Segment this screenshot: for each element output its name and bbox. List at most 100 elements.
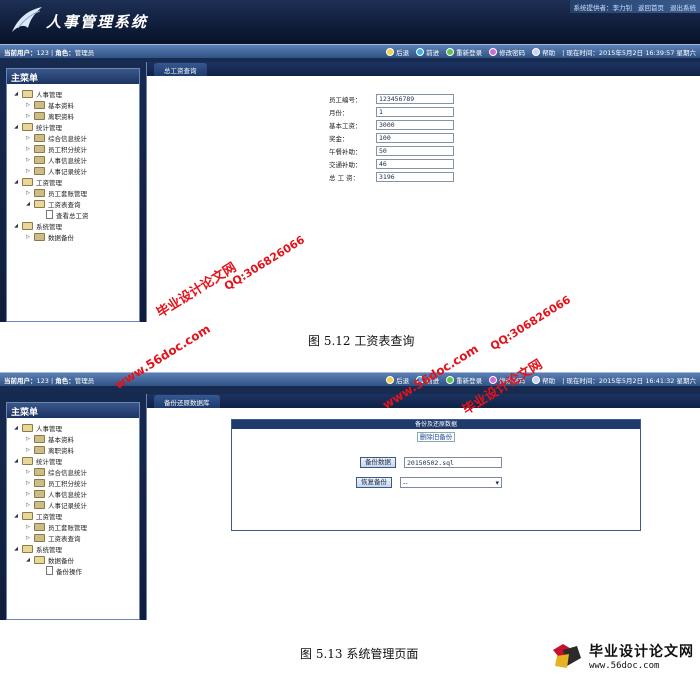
expand-right-icon[interactable]: ▷ [25,469,31,475]
delete-old-backup-link[interactable]: 删除旧备份 [416,432,456,442]
tree-item[interactable]: ▷ 离职资料 [13,444,139,455]
forward-button[interactable]: 前进 [416,47,439,57]
expand-right-icon[interactable]: ▷ [25,135,31,141]
expand-down-icon[interactable]: ◢ [13,425,19,431]
tree-item[interactable]: ▷ 人事记录统计 [13,165,139,176]
tree-item-label: 查看总工资 [56,211,89,220]
expand-down-icon[interactable]: ◢ [13,458,19,464]
tree-item[interactable]: 备份操作 [13,565,139,576]
expand-right-icon[interactable]: ▷ [25,447,31,453]
home-link[interactable]: 返回首页 [638,2,664,12]
expand-down-icon[interactable]: ◢ [13,91,19,97]
tree-item[interactable]: ▷ 人事记录统计 [13,499,139,510]
tree-item[interactable]: ▷ 工资表查询 [13,532,139,543]
tree-item-label: 统计管理 [36,457,62,466]
expand-down-icon[interactable]: ◢ [13,179,19,185]
tree-item[interactable]: ▷ 综合信息统计 [13,132,139,143]
relogin-button[interactable]: 重新登录 [446,375,482,385]
back-icon [386,47,395,56]
tree-item[interactable]: ▷ 基本资料 [13,433,139,444]
field-input[interactable]: 3196 [376,171,454,182]
expand-right-icon[interactable]: ▷ [25,234,31,240]
restore-button[interactable]: 恢复备份 [356,477,392,488]
tree-item[interactable]: ▷ 员工积分统计 [13,143,139,154]
expand-down-icon[interactable]: ◢ [13,546,19,552]
tree-item[interactable]: ◢ 系统管理 [13,220,139,231]
field-input[interactable]: 46 [376,158,454,169]
expand-down-icon[interactable]: ◢ [25,201,31,207]
tree-item[interactable]: ◢ 统计管理 [13,121,139,132]
sidebar-title: 主菜单 [7,69,139,84]
tree-item[interactable]: ▷ 员工积分统计 [13,477,139,488]
expand-right-icon[interactable]: ▷ [25,491,31,497]
tree-item[interactable]: ▷ 数据备份 [13,231,139,242]
tree-item[interactable]: ◢ 工资管理 [13,176,139,187]
logout-link[interactable]: 退出系统 [670,2,696,12]
expand-right-icon[interactable]: ▷ [25,480,31,486]
main-panel: 备份还原数据库 备份及还原数据 删除旧备份 备份数据 20150502.sql … [146,394,700,620]
field-input[interactable]: 100 [376,132,454,143]
tree-item[interactable]: ◢ 人事管理 [13,422,139,433]
expand-right-icon[interactable]: ▷ [25,102,31,108]
expand-right-icon[interactable]: ▷ [25,168,31,174]
expand-down-icon[interactable]: ◢ [13,513,19,519]
expand-right-icon[interactable]: ▷ [25,524,31,530]
top-links: 系统提供者：李力钊 返回首页 退出系统 [569,0,700,13]
expand-down-icon[interactable]: ◢ [25,557,31,563]
field-input[interactable]: 3000 [376,119,454,130]
menu-tree: ◢ 人事管理 ▷ 基本资料 ▷ 离职资料 ◢ 统计管理 ▷ 综合信息统计 ▷ 员工积分统计 ▷ 人事信息统… [7,418,139,576]
expand-right-icon[interactable]: ▷ [25,190,31,196]
folder-open-icon [22,511,33,520]
tree-item[interactable]: ◢ 人事管理 [13,88,139,99]
tree-item[interactable]: ◢ 数据备份 [13,554,139,565]
tree-item[interactable]: ◢ 工资表查询 [13,198,139,209]
document-icon [46,210,53,219]
expand-down-icon[interactable]: ◢ [13,223,19,229]
change-password-button[interactable]: 修改密码 [489,47,525,57]
tree-item-label: 系统管理 [36,222,62,231]
tree-item[interactable]: ▷ 基本资料 [13,99,139,110]
bird-logo-icon [12,7,42,32]
tab-backup-restore[interactable]: 备份还原数据库 [154,395,220,408]
tree-item[interactable]: ▷ 人事信息统计 [13,154,139,165]
folder-open-icon [22,122,33,131]
tree-item[interactable]: ◢ 工资管理 [13,510,139,521]
field-input[interactable]: 123456789 [376,93,454,104]
tree-item[interactable]: ◢ 系统管理 [13,543,139,554]
folder-open-icon [34,199,45,208]
expand-right-icon[interactable]: ▷ [25,535,31,541]
tree-item[interactable]: ▷ 离职资料 [13,110,139,121]
help-button[interactable]: 帮助 [532,375,555,385]
relogin-button[interactable]: 重新登录 [446,47,482,57]
back-icon [386,375,395,384]
expand-right-icon[interactable]: ▷ [25,113,31,119]
tree-item-label: 工资表查询 [48,534,81,543]
folder-icon [34,533,45,542]
folder-icon [34,434,45,443]
field-input[interactable]: 50 [376,145,454,156]
tab-salary-query[interactable]: 总工资查询 [154,63,207,76]
tree-item[interactable]: 查看总工资 [13,209,139,220]
backup-button[interactable]: 备份数据 [360,457,396,468]
restore-select[interactable]: -- ▾ [400,477,502,488]
provider-text: 系统提供者：李力钊 [573,3,633,12]
expand-down-icon[interactable]: ◢ [13,124,19,130]
tree-item[interactable]: ▷ 员工套账管理 [13,521,139,532]
folder-icon [34,111,45,120]
back-button[interactable]: 后退 [386,47,409,57]
help-button[interactable]: 帮助 [532,47,555,57]
field-input[interactable]: 1 [376,106,454,117]
tree-item[interactable]: ▷ 人事信息统计 [13,488,139,499]
tree-item-label: 员工套账管理 [48,189,87,198]
tree-item[interactable]: ▷ 员工套账管理 [13,187,139,198]
folder-open-icon [22,544,33,553]
expand-right-icon[interactable]: ▷ [25,146,31,152]
expand-right-icon[interactable]: ▷ [25,157,31,163]
tree-item-label: 综合信息统计 [48,468,87,477]
expand-right-icon[interactable]: ▷ [25,436,31,442]
tree-item[interactable]: ◢ 统计管理 [13,455,139,466]
expand-right-icon[interactable]: ▷ [25,502,31,508]
tree-item[interactable]: ▷ 综合信息统计 [13,466,139,477]
folder-icon [34,445,45,454]
backup-filename-input[interactable]: 20150502.sql [404,457,502,468]
